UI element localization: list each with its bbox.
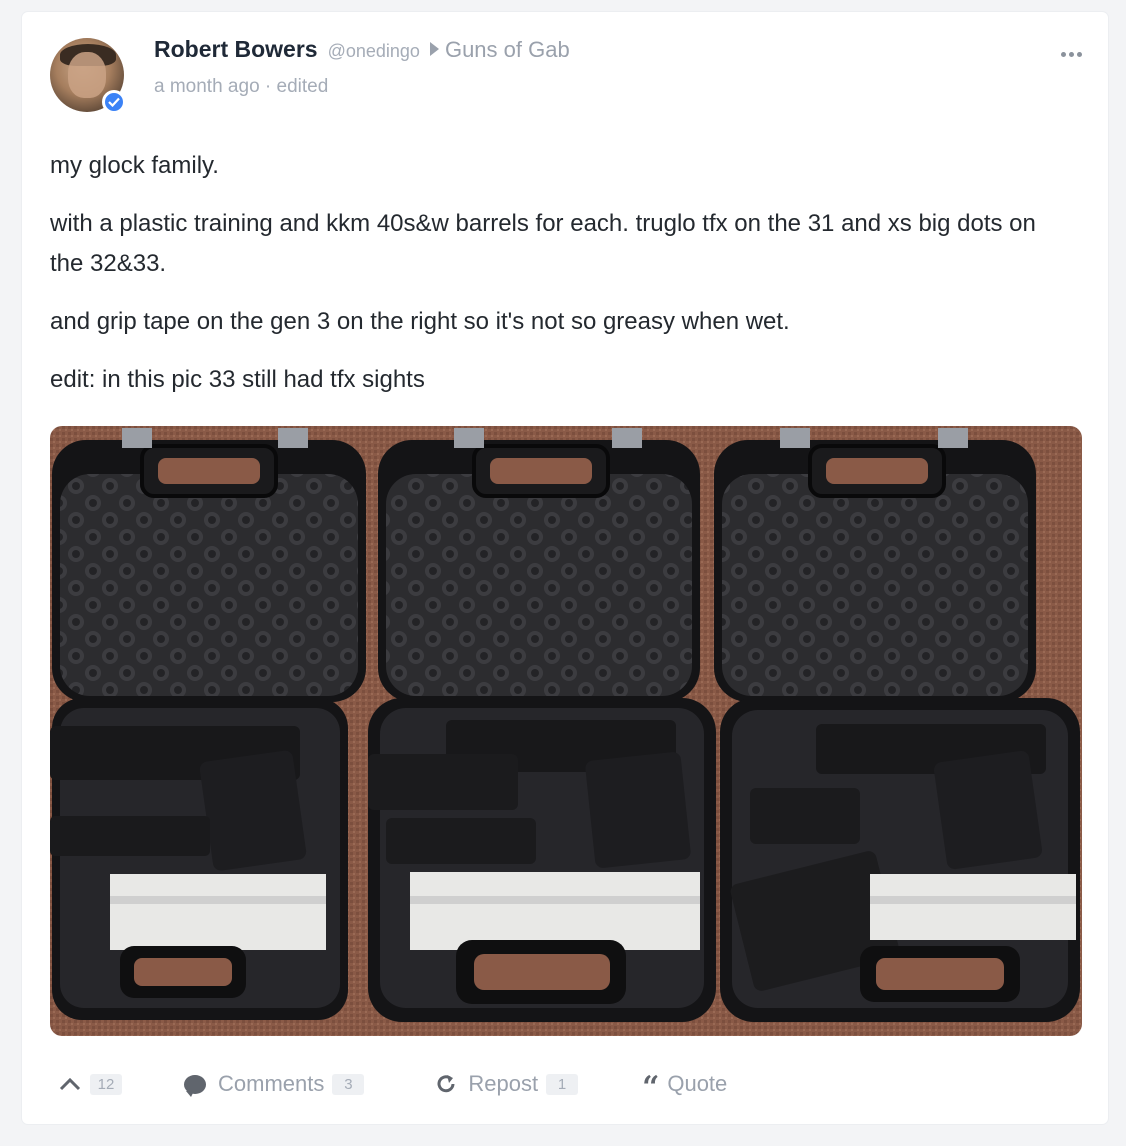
author-name[interactable]: Robert Bowers [154, 36, 318, 62]
post-header: Robert Bowers @onedingo Guns of Gab [154, 36, 570, 63]
author-handle[interactable]: @onedingo [328, 41, 420, 61]
gun-case-left [50, 428, 366, 1020]
group-arrow-icon [429, 41, 439, 56]
comments-button[interactable]: Comments 3 [184, 1071, 365, 1097]
post-body: my glock family. with a plastic training… [50, 146, 1070, 418]
post-paragraph: edit: in this pic 33 still had tfx sight… [50, 366, 425, 393]
post-paragraph: and grip tape on the gen 3 on the right … [50, 308, 790, 335]
post-image[interactable] [50, 426, 1082, 1036]
author-avatar[interactable] [50, 38, 126, 114]
more-horizontal-icon[interactable] [1061, 52, 1082, 57]
post-timestamp[interactable]: a month ago [154, 76, 260, 97]
upvote-action[interactable]: 12 [58, 1073, 122, 1095]
quote-icon: “ [642, 1070, 660, 1105]
repost-button[interactable]: Repost 1 [434, 1071, 579, 1097]
meta-separator: · [264, 76, 272, 97]
quote-label: Quote [667, 1071, 728, 1096]
post-paragraph: with a plastic training and kkm 40s&w ba… [50, 210, 1036, 277]
verified-badge-icon [102, 90, 126, 114]
edited-label: edited [276, 76, 329, 97]
comment-bubble-icon [184, 1074, 206, 1097]
post-card: Robert Bowers @onedingo Guns of Gab a mont… [22, 12, 1108, 1124]
comments-count: 3 [332, 1073, 365, 1095]
chevron-up-icon[interactable] [58, 1076, 82, 1092]
post-meta: a month ago · edited [154, 76, 328, 98]
group-link[interactable]: Guns of Gab [445, 37, 570, 62]
quote-button[interactable]: “ Quote [642, 1069, 728, 1103]
post-paragraph: my glock family. [50, 152, 219, 179]
avatar-face [68, 52, 106, 98]
repost-count: 1 [546, 1073, 579, 1095]
repost-icon [437, 1075, 455, 1093]
comments-label: Comments [218, 1071, 325, 1096]
post-actions: 12 Comments 3 Repost 1 “ Quote [58, 1066, 728, 1103]
repost-label: Repost [468, 1071, 539, 1096]
gun-case-middle [368, 428, 716, 1022]
gun-case-right [714, 428, 1080, 1022]
upvote-count: 12 [90, 1073, 122, 1095]
